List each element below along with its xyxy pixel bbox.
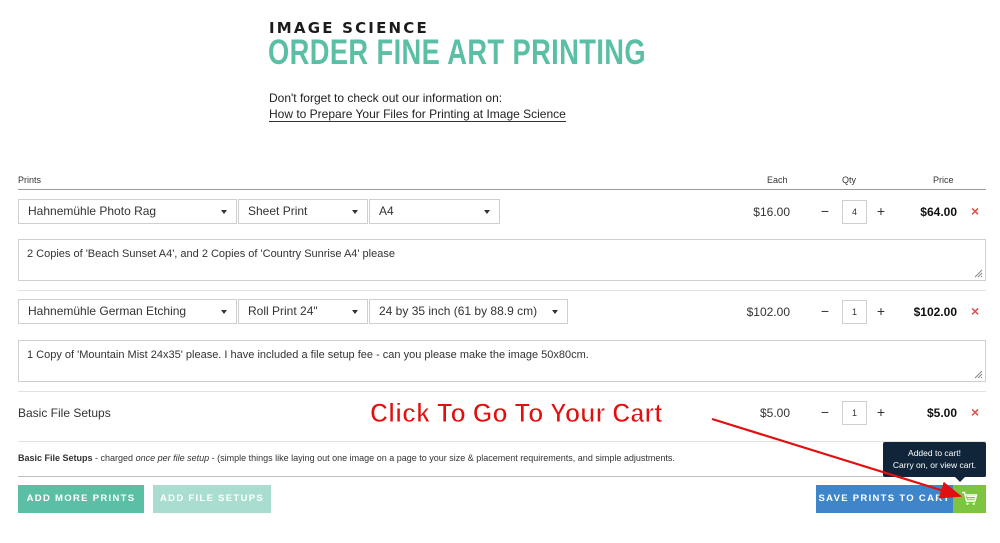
annotation-arrow-icon	[711, 417, 963, 499]
